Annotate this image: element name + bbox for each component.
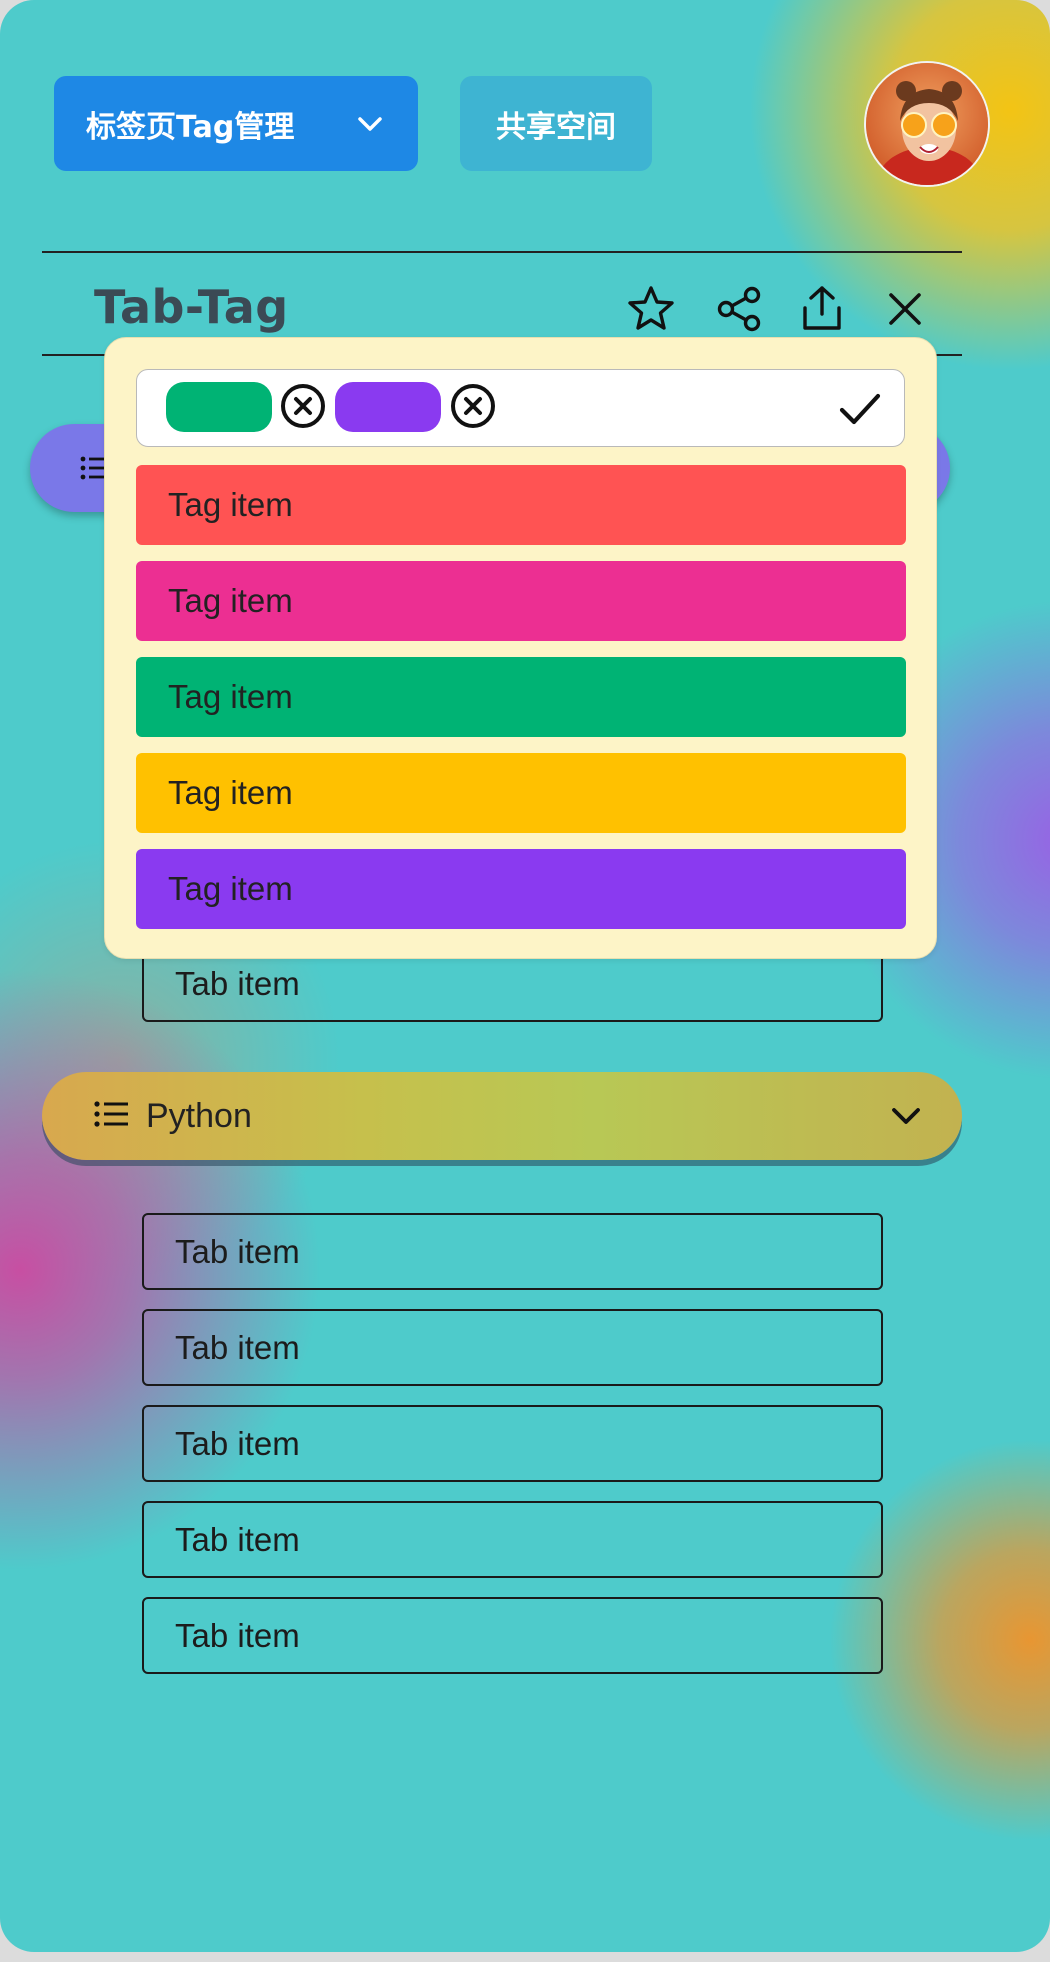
close-icon[interactable] [880,284,930,334]
selected-tag-chip[interactable] [166,382,272,432]
tag-option[interactable]: Tag item [136,657,906,737]
share-icon[interactable] [714,284,764,334]
shared-space-label: 共享空间 [496,109,616,145]
tag-manager-label: 标签页Tag管理 [86,109,295,145]
star-icon[interactable] [626,284,676,334]
upload-icon[interactable] [797,284,847,334]
tag-picker-popup: Tag item Tag item Tag item Tag item Tag … [104,337,937,959]
remove-tag-icon[interactable] [279,382,327,430]
tag-option[interactable]: Tag item [136,465,906,545]
remove-tag-icon[interactable] [449,382,497,430]
chevron-down-icon[interactable] [890,1102,922,1135]
list-icon [94,1100,128,1133]
selected-tag-chip[interactable] [335,382,441,432]
tab-group-header-python[interactable]: Python [42,1072,962,1160]
tag-manager-dropdown[interactable]: 标签页Tag管理 [54,76,418,171]
toolbar-top-divider [42,251,962,253]
tab-item[interactable]: Tab item [142,1405,883,1482]
avatar[interactable] [864,61,990,187]
shared-space-button[interactable]: 共享空间 [460,76,652,171]
page-title: Tab-Tag [94,280,289,334]
tab-item[interactable]: Tab item [142,1309,883,1386]
selected-tags-field[interactable] [136,369,905,447]
chevron-down-icon [356,110,384,146]
confirm-check-icon[interactable] [837,386,883,432]
tag-option[interactable]: Tag item [136,561,906,641]
tab-item[interactable]: Tab item [142,1597,883,1674]
group-label: Python [146,1096,252,1135]
tag-option[interactable]: Tag item [136,849,906,929]
tab-item[interactable]: Tab item [142,1501,883,1578]
tab-item[interactable]: Tab item [142,1213,883,1290]
tag-option[interactable]: Tag item [136,753,906,833]
app-window: 标签页Tag管理 共享空间 Tab-Tag Tab item Python Ta… [0,0,1050,1952]
